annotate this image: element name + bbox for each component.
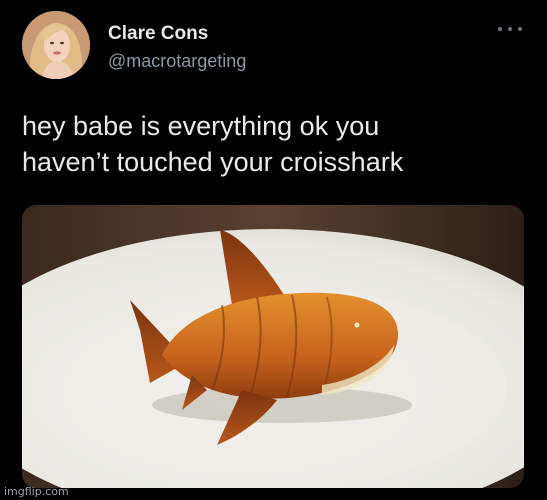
avatar-image <box>22 11 90 79</box>
dot <box>508 27 512 31</box>
dot <box>498 27 502 31</box>
tweet-text: hey babe is everything ok you haven’t to… <box>22 108 527 180</box>
tweet-text-line-1: hey babe is everything ok you <box>22 111 380 141</box>
watermark: imgflip.com <box>4 485 69 498</box>
croisshark-photo <box>22 205 524 488</box>
tweet-media-image[interactable] <box>22 205 524 488</box>
ellipsis-icon[interactable] <box>498 22 522 36</box>
dot <box>518 27 522 31</box>
avatar[interactable] <box>22 11 90 79</box>
user-handle[interactable]: @macrotargeting <box>108 51 246 72</box>
tweet-text-line-2: haven’t touched your croisshark <box>22 147 404 177</box>
display-name[interactable]: Clare Cons <box>108 23 208 45</box>
tweet-card[interactable]: Clare Cons @macrotargeting hey babe is e… <box>0 0 547 500</box>
